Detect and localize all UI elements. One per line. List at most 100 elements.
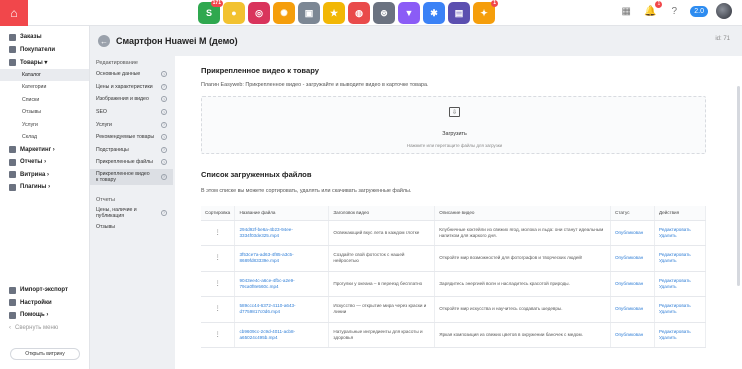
wand-app-icon: ✦ [480,7,488,18]
drag-handle[interactable]: ⋮ [201,271,236,297]
status-toggle[interactable]: Опубликован [610,245,655,272]
upload-dropzone[interactable]: ⇩ Загрузить Нажмите или перетащите файлы… [201,96,706,154]
app-11[interactable]: ✦ 1 [473,0,498,24]
help-button[interactable]: ? [666,3,682,19]
target-app-icon: ◎ [255,7,263,18]
upload-icon: ⇩ [449,107,460,117]
file-name-link[interactable]: 589ccc44-6372-4110-a643-d7759817c0d6.mp4 [234,296,330,323]
app-10[interactable]: ▤ [448,2,470,24]
sidebar-item-marketing[interactable]: Маркетинг › [0,144,89,157]
sidebar-item-orders[interactable]: Заказы [0,31,89,44]
table-row: ⋮ 9043ee4c-a6ce-4fbc-a2e9-79ca0f8e560c.mp… [201,271,707,297]
sidebar-item-import-export[interactable]: Импорт-экспорт [0,284,90,297]
file-name-link[interactable]: 3f53ce7a-ad63-4f85-a3c5-8689fd83339e.mp4 [234,245,330,272]
app-4[interactable]: ▣ [298,2,320,24]
question-icon[interactable]: ? [161,109,167,116]
question-icon[interactable]: ? [161,121,167,128]
drag-handle[interactable]: ⋮ [201,296,236,323]
status-toggle[interactable]: Опубликован [610,322,655,348]
app-7[interactable]: ⊛ [373,2,395,24]
edit-menu-item[interactable]: Изображения и видео? [90,93,173,106]
drag-handle[interactable]: ⋮ [201,220,236,246]
arrow-left-icon: ← [100,36,108,46]
edit-menu-heading: Редактирование [96,60,138,66]
reports-menu-item[interactable]: Отзывы [90,221,173,234]
edit-menu-item[interactable]: Прикрепленные файлы? [90,156,173,169]
sidebar-item-products[interactable]: Товары ▾ [0,56,89,69]
sidebar-item-plugins[interactable]: Плагины › [0,181,89,194]
app-3[interactable]: ✺ [273,2,295,24]
edit-menu-item[interactable]: Цены и характеристики? [90,81,173,94]
home-button[interactable]: ⌂ [0,0,28,26]
video-description: Яркая композиция из свежих цветов в окру… [434,322,611,348]
coin-app-icon: ● [231,8,237,18]
app-5[interactable]: ★ [323,2,345,24]
app-1[interactable]: ● [223,2,245,24]
edit-menu-item[interactable]: Основные данные? [90,68,173,81]
bell-icon: 🔔 [644,5,657,17]
edit-menu-item[interactable]: Рекомендуемые товары? [90,131,173,144]
sidebar-item-customers[interactable]: Покупатели [0,44,89,57]
sidebar-sub-services[interactable]: Услуги [0,119,89,132]
edit-menu-item[interactable]: Подстраницы? [90,144,173,157]
chart-icon [9,158,16,166]
status-toggle[interactable]: Опубликован [610,271,655,297]
edit-menu-item[interactable]: Прикрепленное видео к товару? [90,168,173,185]
video-title: Создайте свой фотосток с нашей нейросеть… [328,245,436,272]
open-storefront-button[interactable]: Открыть витрину [10,348,80,360]
question-icon[interactable]: ? [161,173,167,180]
delete-link[interactable]: Удалить [659,335,701,341]
file-name-link[interactable]: 294d92f-be6a-4b23-94ee-3334f03de325.mp4 [234,220,330,246]
edit-menu-label: Основные данные [96,71,141,78]
sidebar: Заказы Покупатели Товары ▾ Каталог Катег… [0,26,90,369]
back-button[interactable]: ← [98,35,110,47]
delete-link[interactable]: Удалить [659,233,701,239]
question-icon[interactable]: ? [161,96,167,103]
sidebar-sub-reviews[interactable]: Отзывы [0,106,89,119]
snowflake-app-icon: ✱ [430,7,438,18]
sidebar-item-settings[interactable]: Настройки [0,297,90,310]
video-panel: Прикрепленное видео к товару Плагин Easy… [175,56,742,369]
notifications-button[interactable]: 🔔 1 [642,1,663,19]
sidebar-sub-stock[interactable]: Склад [0,131,89,144]
question-icon[interactable]: ? [161,83,167,90]
version-badge[interactable]: 2.0 [690,5,708,17]
app-2[interactable]: ◎ [248,2,270,24]
drag-handle[interactable]: ⋮ [201,322,236,348]
app-6[interactable]: ◍ [348,2,370,24]
question-icon[interactable]: ? [161,134,167,141]
app-8[interactable]: ▼ [398,2,420,24]
app-9[interactable]: ✱ [423,2,445,24]
sidebar-sub-catalog[interactable]: Каталог [0,68,89,81]
status-toggle[interactable]: Опубликован [610,220,655,246]
app-badge: 1 [491,0,498,7]
reports-menu-item[interactable]: Цены, наличие и публикация? [90,205,173,221]
sidebar-item-reports[interactable]: Отчеты › [0,156,89,169]
grid-button[interactable]: ▦ [618,3,634,19]
question-icon[interactable]: ? [161,146,167,153]
users-icon [9,46,16,54]
scrollbar[interactable] [737,86,740,286]
delete-link[interactable]: Удалить [659,284,701,290]
sidebar-item-help[interactable]: Помощь › [0,309,90,322]
delete-link[interactable]: Удалить [659,309,701,315]
row-actions: Редактировать Удалить [654,296,707,323]
question-icon[interactable]: ? [161,209,167,216]
question-icon[interactable]: ? [161,159,167,166]
sidebar-sub-lists[interactable]: Списки [0,94,89,107]
status-toggle[interactable]: Опубликован [610,296,655,323]
file-name-link[interactable]: cb9609cc-2c9d-4011-acb8-a65024c495b.mp4 [234,322,330,348]
avatar[interactable] [716,3,732,19]
file-name-link[interactable]: 9043ee4c-a6ce-4fbc-a2e9-79ca0f8e560c.mp4 [234,271,330,297]
drag-handle[interactable]: ⋮ [201,245,236,272]
sidebar-sub-categories[interactable]: Категории [0,81,89,94]
app-0[interactable]: S 171 [198,0,223,24]
edit-menu-label: Прикрепленное видео к товару [96,170,150,183]
edit-menu-item[interactable]: Услуги? [90,118,173,131]
collapse-menu-button[interactable]: ‹ Свернуть меню [0,322,90,335]
edit-menu-item[interactable]: SEO? [90,106,173,119]
drag-dots-icon: ⋮ [214,280,221,287]
question-icon[interactable]: ? [161,71,167,78]
delete-link[interactable]: Удалить [659,258,701,264]
sidebar-item-storefront[interactable]: Витрина › [0,169,89,182]
